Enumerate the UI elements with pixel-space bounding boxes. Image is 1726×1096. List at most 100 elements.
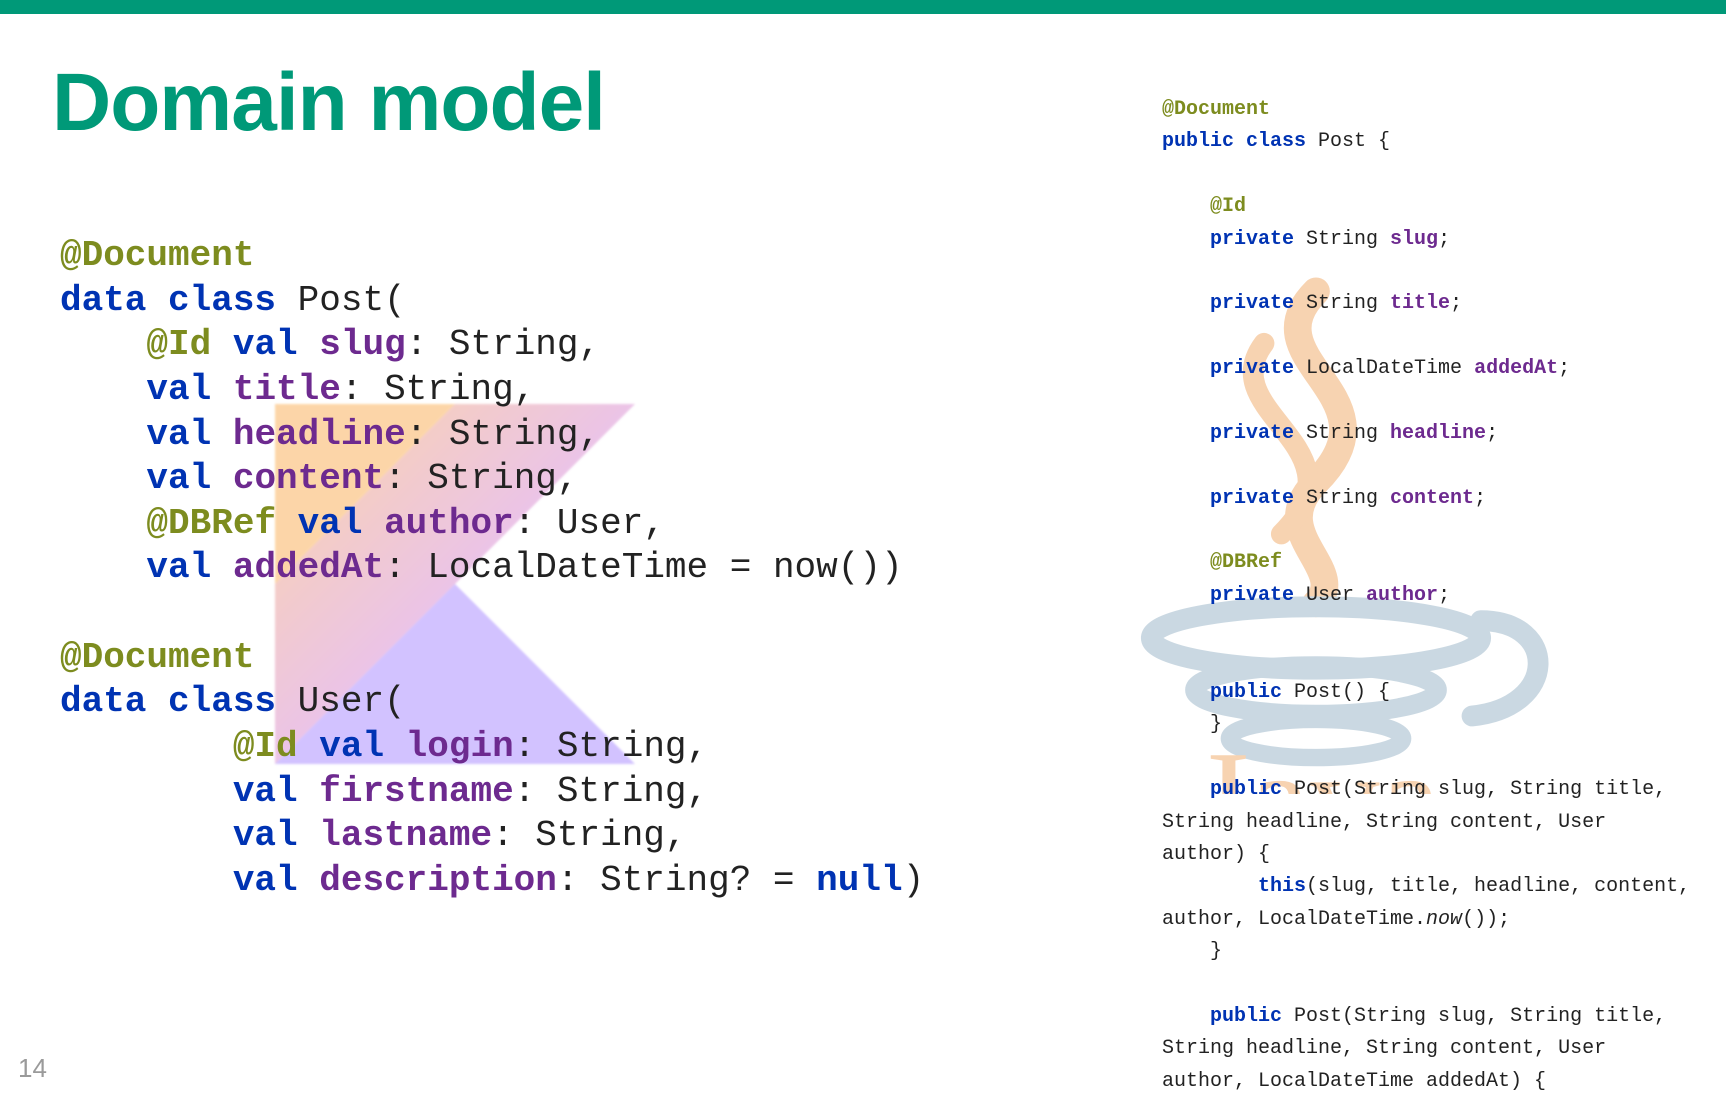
code-token: @Id: [233, 726, 319, 767]
code-token: ());: [1462, 908, 1510, 931]
code-token: val: [298, 503, 384, 544]
code-token: }: [1210, 713, 1222, 736]
code-token: [1162, 292, 1210, 315]
code-token: [1162, 940, 1210, 963]
code-token: private: [1210, 422, 1306, 445]
code-token: val: [233, 815, 319, 856]
code-token: ;: [1486, 422, 1498, 445]
code-token: this: [1258, 875, 1306, 898]
code-token: val: [146, 458, 232, 499]
code-token: User: [1306, 584, 1366, 607]
code-token: val: [146, 414, 232, 455]
code-token: @DBRef: [146, 503, 297, 544]
code-token: @Document: [1162, 98, 1270, 121]
code-token: [60, 860, 233, 901]
code-token: slug: [1390, 228, 1438, 251]
code-token: val: [233, 324, 319, 365]
code-token: val: [146, 547, 232, 588]
code-token: String: [1306, 487, 1390, 510]
code-token: val: [319, 726, 405, 767]
code-token: ;: [1558, 357, 1570, 380]
code-token: private: [1210, 357, 1306, 380]
code-token: content: [1390, 487, 1474, 510]
kotlin-code-block: @Document data class Post( @Id val slug:…: [60, 234, 924, 903]
code-token: User(: [298, 681, 406, 722]
code-token: [1162, 681, 1210, 704]
code-token: : String,: [341, 369, 535, 410]
code-token: [1162, 584, 1210, 607]
code-token: ;: [1450, 292, 1462, 315]
code-token: [1162, 713, 1210, 736]
code-token: : String,: [406, 414, 600, 455]
code-token: slug: [319, 324, 405, 365]
code-token: ;: [1474, 487, 1486, 510]
code-token: lastname: [319, 815, 492, 856]
code-token: null: [816, 860, 902, 901]
code-token: author: [1366, 584, 1438, 607]
code-token: author: [384, 503, 514, 544]
code-token: ): [903, 860, 925, 901]
code-token: private: [1210, 487, 1306, 510]
code-token: data class: [60, 681, 298, 722]
code-token: addedAt: [233, 547, 384, 588]
code-token: val: [233, 771, 319, 812]
code-token: private: [1210, 292, 1306, 315]
code-token: : String,: [384, 458, 578, 499]
code-token: : String,: [514, 771, 708, 812]
slide-title: Domain model: [52, 56, 605, 150]
code-token: [60, 815, 233, 856]
code-token: public: [1210, 1005, 1294, 1028]
java-code-block: @Document public class Post { @Id privat…: [1162, 94, 1702, 1096]
code-token: ;: [1438, 584, 1450, 607]
code-token: @Document: [60, 637, 254, 678]
code-token: headline: [1390, 422, 1486, 445]
code-token: [1162, 1005, 1210, 1028]
code-token: @DBRef: [1210, 551, 1282, 574]
code-token: Post {: [1318, 130, 1390, 153]
code-token: String: [1306, 292, 1390, 315]
code-token: : String,: [492, 815, 686, 856]
code-token: : String,: [514, 726, 708, 767]
code-token: [60, 726, 233, 767]
code-token: private: [1210, 228, 1306, 251]
code-token: val: [146, 369, 232, 410]
code-token: [60, 369, 146, 410]
code-token: headline: [233, 414, 406, 455]
code-token: }: [1210, 940, 1222, 963]
code-token: [1162, 487, 1210, 510]
code-token: [1162, 422, 1210, 445]
code-token: public: [1210, 778, 1294, 801]
code-token: private: [1210, 584, 1306, 607]
code-token: [1162, 875, 1258, 898]
code-token: : String? =: [557, 860, 816, 901]
code-token: Post() {: [1294, 681, 1390, 704]
code-token: [1162, 228, 1210, 251]
code-token: public class: [1162, 130, 1318, 153]
page-number: 14: [18, 1053, 47, 1084]
code-token: addedAt: [1474, 357, 1558, 380]
code-token: LocalDateTime: [1306, 357, 1474, 380]
code-token: title: [1390, 292, 1450, 315]
code-token: [60, 414, 146, 455]
code-token: Post(: [298, 280, 406, 321]
code-token: [1162, 778, 1210, 801]
slide: Domain model Java @Document data class P…: [0, 0, 1726, 1096]
code-token: val: [233, 860, 319, 901]
code-token: login: [406, 726, 514, 767]
code-token: [1162, 195, 1210, 218]
code-token: String: [1306, 422, 1390, 445]
code-token: @Id: [146, 324, 232, 365]
code-token: description: [319, 860, 557, 901]
code-token: [60, 503, 146, 544]
code-token: @Id: [1210, 195, 1246, 218]
code-token: @Document: [60, 235, 254, 276]
code-token: [60, 547, 146, 588]
code-token: [60, 324, 146, 365]
code-token: : User,: [514, 503, 665, 544]
code-token: content: [233, 458, 384, 499]
code-token: [1162, 551, 1210, 574]
code-token: data class: [60, 280, 298, 321]
code-token: : LocalDateTime = now()): [384, 547, 902, 588]
code-token: title: [233, 369, 341, 410]
code-token: String: [1306, 228, 1390, 251]
